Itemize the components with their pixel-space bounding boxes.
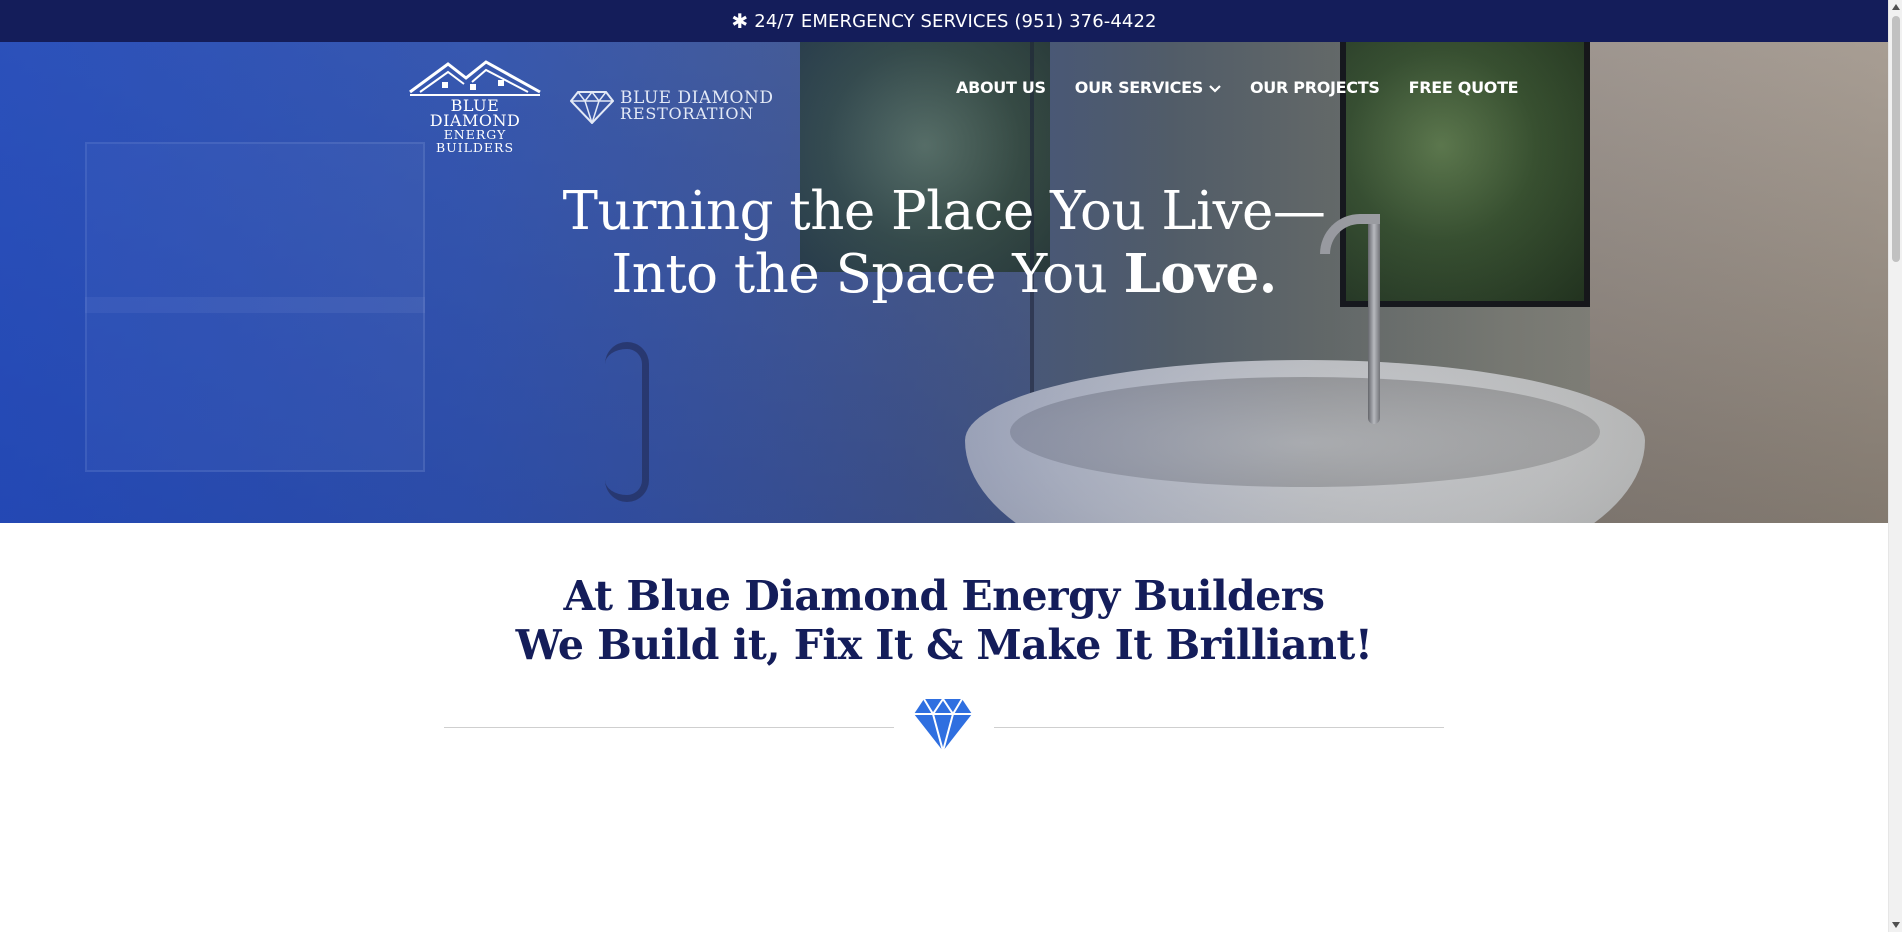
intro-heading-line1: At Blue Diamond Energy Builders	[563, 572, 1325, 620]
diamond-logo-icon	[570, 90, 614, 124]
intro-heading: At Blue Diamond Energy Builders We Build…	[0, 572, 1888, 670]
nav-our-services-label: OUR SERVICES	[1074, 78, 1204, 97]
nav-free-quote[interactable]: FREE QUOTE	[1409, 78, 1519, 97]
logo-secondary-line2: RESTORATION	[620, 104, 755, 123]
hero-headline: Turning the Place You Live— Into the Spa…	[0, 180, 1888, 306]
nav-our-services[interactable]: OUR SERVICES	[1075, 78, 1221, 97]
emergency-bar[interactable]: ✱ 24/7 EMERGENCY SERVICES (951) 376-4422	[0, 0, 1888, 42]
main-nav: ABOUT US OUR SERVICES OUR PROJECTS FREE …	[956, 78, 1519, 97]
logo-primary-line2: ENERGY BUILDERS	[435, 127, 515, 155]
intro-heading-line2: We Build it, Fix It & Make It Brilliant!	[515, 621, 1373, 669]
nav-free-quote-label: FREE QUOTE	[1408, 78, 1519, 97]
emergency-phone-text[interactable]: 24/7 EMERGENCY SERVICES (951) 376-4422	[754, 11, 1156, 32]
divider-line-right	[994, 727, 1444, 728]
nav-our-projects-label: OUR PROJECTS	[1249, 78, 1380, 97]
house-roof-logo-icon	[409, 60, 541, 96]
scroll-down-arrow-icon[interactable]	[1889, 918, 1902, 932]
scroll-up-arrow-icon[interactable]	[1889, 0, 1902, 14]
asterisk-icon: ✱	[731, 9, 749, 33]
logo-blue-diamond-restoration[interactable]: BLUE DIAMOND RESTORATION	[570, 88, 773, 124]
hero-headline-line1: Turning the Place You Live—	[562, 181, 1326, 242]
page-scrollbar[interactable]	[1888, 0, 1902, 932]
scrollbar-thumb[interactable]	[1892, 16, 1900, 262]
nav-about-us-label: ABOUT US	[956, 78, 1046, 97]
nav-about-us[interactable]: ABOUT US	[956, 78, 1046, 97]
diamond-icon	[913, 697, 973, 757]
hero-headline-line2: Into the Space You Love.	[0, 243, 1888, 306]
nav-our-projects[interactable]: OUR PROJECTS	[1250, 78, 1380, 97]
hero-headline-emphasis: Love.	[1123, 243, 1278, 305]
chevron-down-icon[interactable]	[1209, 78, 1221, 97]
divider-line-left	[444, 727, 894, 728]
hero-headline-line2-prefix: Into the Space You	[611, 244, 1124, 305]
logo-primary-line1: BLUE DIAMOND	[429, 96, 521, 130]
header-logos: BLUE DIAMOND ENERGY BUILDERS BLUE DIAMON…	[408, 58, 773, 154]
logo-blue-diamond-energy-builders[interactable]: BLUE DIAMOND ENERGY BUILDERS	[408, 58, 542, 154]
